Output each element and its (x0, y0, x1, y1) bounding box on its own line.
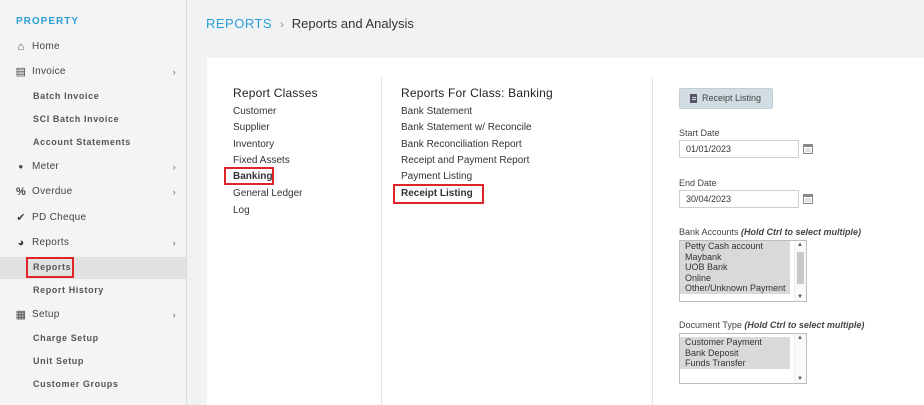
home-icon: ⌂ (17, 41, 25, 53)
report-class-log[interactable]: Log (233, 205, 250, 216)
bank-accounts-label: Bank Accounts (Hold Ctrl to select multi… (679, 227, 862, 237)
drop-icon: ● (18, 162, 24, 171)
calendar-icon[interactable] (803, 144, 813, 154)
end-date-input[interactable]: 30/04/2023 (679, 190, 799, 208)
report-payment-listing[interactable]: Payment Listing (401, 171, 472, 182)
sidebar-item-sci-batch-invoice[interactable]: SCI Batch Invoice (0, 109, 186, 131)
document-type-label: Document Type (Hold Ctrl to select multi… (679, 320, 865, 330)
scroll-up-icon[interactable]: ▲ (797, 335, 803, 341)
report-class-general-ledger[interactable]: General Ledger (233, 188, 303, 199)
start-date-label: Start Date (679, 128, 720, 138)
report-bank-statement-reconcile[interactable]: Bank Statement w/ Reconcile (401, 122, 532, 133)
report-bank-reconciliation[interactable]: Bank Reconciliation Report (401, 139, 522, 150)
report-class-supplier[interactable]: Supplier (233, 122, 270, 133)
report-class-customer[interactable]: Customer (233, 106, 276, 117)
chevron-right-icon: › (172, 162, 176, 172)
chevron-right-icon: › (280, 19, 284, 31)
percent-icon: % (15, 186, 27, 198)
pie-chart-icon: ◕ (17, 237, 25, 249)
report-bank-statement[interactable]: Bank Statement (401, 106, 472, 117)
sidebar-item-account-statements[interactable]: Account Statements (0, 132, 186, 154)
document-type-option[interactable]: Customer Payment (680, 337, 790, 348)
calendar-icon[interactable] (803, 194, 813, 204)
highlight-box-banking (224, 167, 274, 185)
sidebar-item-overdue[interactable]: % Overdue › (0, 181, 186, 203)
receipt-listing-button[interactable]: Receipt Listing (679, 88, 773, 109)
bank-account-option[interactable]: UOB Bank (680, 262, 790, 273)
sidebar-item-batch-invoice[interactable]: Batch Invoice (0, 86, 186, 108)
sidebar-item-meter[interactable]: ● Meter › (0, 156, 186, 178)
grid-icon: ▦ (15, 309, 27, 321)
document-type-option[interactable]: Funds Transfer (680, 358, 790, 369)
sidebar-title: PROPERTY (16, 16, 80, 27)
report-classes-heading: Report Classes (233, 86, 318, 100)
sidebar-item-charge-setup[interactable]: Charge Setup (0, 328, 186, 350)
sidebar-item-report-history[interactable]: Report History (0, 280, 186, 302)
highlight-box-receipt-listing (393, 184, 484, 204)
sidebar: PROPERTY ⌂ Home ▤ Invoice › Batch Invoic… (0, 0, 187, 405)
report-panel: Report Classes Customer Supplier Invento… (207, 58, 924, 405)
report-class-inventory[interactable]: Inventory (233, 139, 274, 150)
chevron-right-icon: › (172, 67, 176, 77)
scrollbar[interactable]: ▲ ▼ (794, 241, 806, 301)
start-date-input[interactable]: 01/01/2023 (679, 140, 799, 158)
breadcrumb-reports[interactable]: REPORTS (206, 16, 272, 31)
end-date-label: End Date (679, 178, 717, 188)
document-icon (690, 94, 697, 103)
document-type-select[interactable]: Customer Payment Bank Deposit Funds Tran… (679, 333, 807, 384)
bank-account-option[interactable]: Other/Unknown Payment (680, 283, 790, 294)
sidebar-item-pd-cheque[interactable]: ✔ PD Cheque (0, 207, 186, 229)
column-divider (652, 77, 653, 405)
bank-account-option[interactable]: Online (680, 272, 790, 283)
sidebar-item-customer-groups[interactable]: Customer Groups (0, 374, 186, 396)
breadcrumb: REPORTS › Reports and Analysis (206, 16, 414, 31)
scroll-down-icon[interactable]: ▼ (797, 294, 803, 300)
sidebar-item-setup[interactable]: ▦ Setup › (0, 304, 186, 326)
chevron-right-icon: › (172, 238, 176, 248)
check-icon: ✔ (16, 212, 26, 224)
bank-accounts-select[interactable]: Petty Cash account Maybank UOB Bank Onli… (679, 240, 807, 302)
sidebar-item-unit-setup[interactable]: Unit Setup (0, 351, 186, 373)
document-type-option[interactable]: Bank Deposit (680, 347, 790, 358)
column-divider (381, 77, 382, 405)
report-class-fixed-assets[interactable]: Fixed Assets (233, 155, 290, 166)
chevron-right-icon: › (172, 187, 176, 197)
scrollbar[interactable]: ▲ ▼ (794, 334, 806, 383)
scroll-down-icon[interactable]: ▼ (797, 376, 803, 382)
bank-account-option[interactable]: Maybank (680, 251, 790, 262)
page-title: Reports and Analysis (291, 16, 414, 31)
sidebar-item-reports[interactable]: ◕ Reports › (0, 232, 186, 254)
reports-for-class-heading: Reports For Class: Banking (401, 86, 553, 100)
bank-account-option[interactable]: Petty Cash account (680, 241, 790, 252)
highlight-box-reports (26, 257, 74, 278)
scrollbar-thumb[interactable] (797, 252, 804, 284)
sidebar-item-invoice[interactable]: ▤ Invoice › (0, 61, 186, 83)
sidebar-item-home[interactable]: ⌂ Home (0, 36, 186, 58)
document-icon: ▤ (15, 66, 27, 78)
chevron-right-icon: › (172, 310, 176, 320)
scroll-up-icon[interactable]: ▲ (797, 242, 803, 248)
report-receipt-and-payment[interactable]: Receipt and Payment Report (401, 155, 529, 166)
